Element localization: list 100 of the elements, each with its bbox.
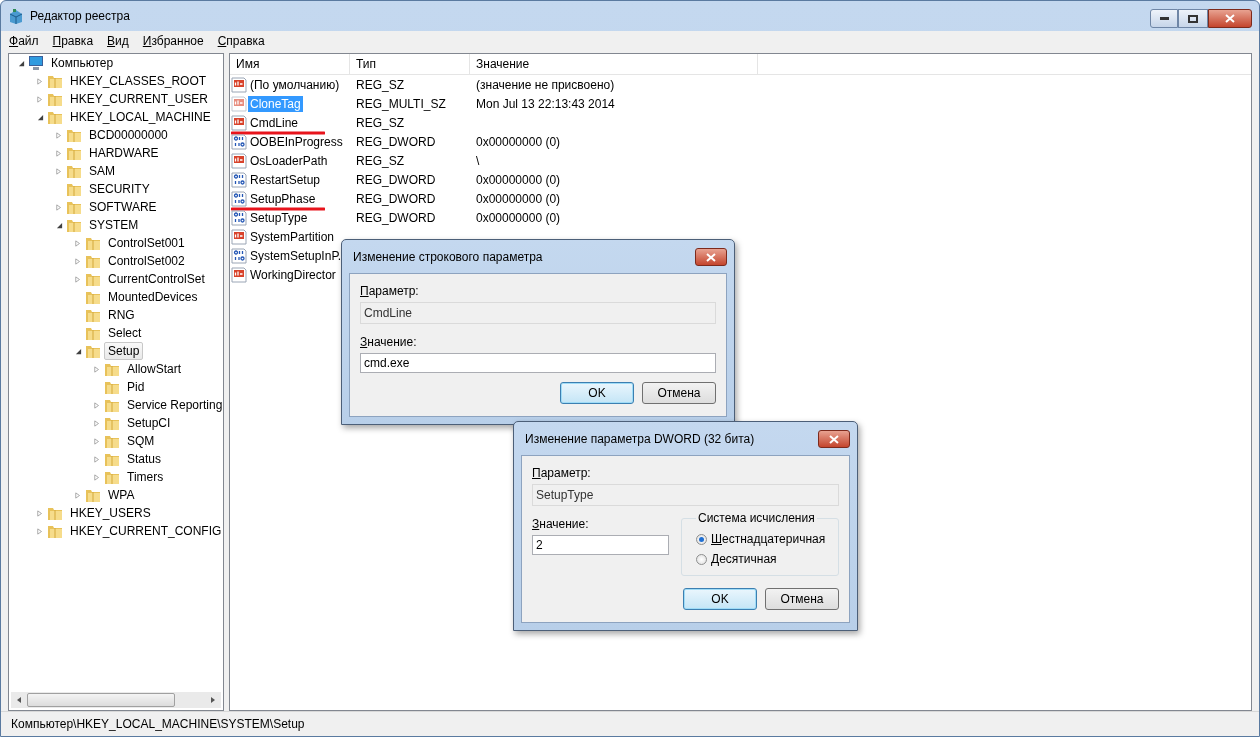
- menu-item[interactable]: Вид: [107, 34, 129, 48]
- tree-item[interactable]: SetupCI: [123, 414, 175, 432]
- table-cell-text: 0x00000000 (0): [475, 134, 562, 149]
- collapsed-arrow-icon[interactable]: [94, 436, 100, 446]
- value-field[interactable]: 2: [532, 535, 669, 555]
- value-name[interactable]: SetupType: [248, 209, 310, 226]
- scroll-right-icon[interactable]: [209, 696, 217, 704]
- value-name[interactable]: SetupPhase: [248, 190, 318, 207]
- value-name[interactable]: OsLoaderPath: [248, 152, 330, 169]
- collapsed-arrow-icon[interactable]: [56, 202, 62, 212]
- collapsed-arrow-icon[interactable]: [94, 472, 100, 482]
- ok-button[interactable]: OK: [683, 588, 757, 610]
- tree-item[interactable]: HKEY_CURRENT_CONFIG: [66, 522, 226, 540]
- collapsed-arrow-icon[interactable]: [37, 76, 43, 86]
- table-cell-text: REG_SZ: [355, 115, 405, 130]
- app-icon: [8, 8, 24, 24]
- tree-item[interactable]: Setup: [104, 342, 144, 360]
- tree-item[interactable]: RNG: [104, 306, 139, 324]
- column-header[interactable]: Значение: [470, 54, 758, 74]
- tree-item[interactable]: Select: [104, 324, 146, 342]
- collapsed-arrow-icon[interactable]: [75, 238, 81, 248]
- expanded-arrow-icon[interactable]: [55, 221, 63, 229]
- tree-item[interactable]: SAM: [85, 162, 119, 180]
- menu-item[interactable]: Файл: [9, 34, 39, 48]
- tree-item[interactable]: SOFTWARE: [85, 198, 161, 216]
- tree-item[interactable]: MountedDevices: [104, 288, 202, 306]
- tree-item[interactable]: SECURITY: [85, 180, 154, 198]
- tree-item[interactable]: CurrentControlSet: [104, 270, 209, 288]
- scroll-left-icon[interactable]: [15, 696, 23, 704]
- collapsed-arrow-icon[interactable]: [75, 274, 81, 284]
- folder-icon: [85, 487, 101, 503]
- tree-item[interactable]: ControlSet001: [104, 234, 189, 252]
- folder-icon: [47, 523, 63, 539]
- expanded-arrow-icon[interactable]: [17, 59, 25, 67]
- cancel-button[interactable]: Отмена: [642, 382, 716, 404]
- table-cell-text: REG_DWORD: [355, 134, 437, 149]
- collapsed-arrow-icon[interactable]: [94, 418, 100, 428]
- tree-item[interactable]: HARDWARE: [85, 144, 163, 162]
- tree-item[interactable]: Status: [123, 450, 166, 468]
- close-icon: [706, 252, 716, 262]
- expanded-arrow-icon[interactable]: [74, 347, 82, 355]
- tree-item[interactable]: Pid: [123, 378, 149, 396]
- field-label: Параметр:: [532, 466, 592, 480]
- horizontal-scrollbar[interactable]: [11, 692, 221, 708]
- tree-item[interactable]: SYSTEM: [85, 216, 143, 234]
- tree-item[interactable]: AllowStart: [123, 360, 186, 378]
- field-label: Параметр:: [360, 284, 420, 298]
- cancel-button[interactable]: Отмена: [765, 588, 839, 610]
- tree-item[interactable]: HKEY_CLASSES_ROOT: [66, 72, 211, 90]
- radio-label[interactable]: Десятичная: [711, 552, 777, 566]
- menu-item[interactable]: Избранное: [142, 34, 204, 48]
- close-button[interactable]: [1208, 9, 1252, 28]
- tree-item[interactable]: BCD00000000: [85, 126, 172, 144]
- table-cell-text: 0x00000000 (0): [475, 172, 562, 187]
- collapsed-arrow-icon[interactable]: [56, 130, 62, 140]
- maximize-button[interactable]: [1178, 9, 1208, 28]
- value-name[interactable]: RestartSetup: [248, 171, 323, 188]
- tree-item[interactable]: Компьютер: [47, 54, 118, 72]
- expanded-arrow-icon[interactable]: [36, 113, 44, 121]
- collapsed-arrow-icon[interactable]: [37, 94, 43, 104]
- collapsed-arrow-icon[interactable]: [37, 526, 43, 536]
- value-name[interactable]: SystemPartition: [248, 228, 337, 245]
- close-button[interactable]: [818, 430, 850, 448]
- value-name[interactable]: (По умолчанию): [248, 76, 342, 93]
- table-cell-text: 0x00000000 (0): [475, 210, 562, 225]
- minimize-button[interactable]: [1150, 9, 1178, 28]
- column-header[interactable]: Имя: [230, 54, 350, 74]
- tree-item[interactable]: SQM: [123, 432, 159, 450]
- folder-icon: [66, 145, 82, 161]
- radio-button[interactable]: [696, 553, 707, 565]
- value-name[interactable]: CmdLine: [248, 114, 301, 131]
- collapsed-arrow-icon[interactable]: [94, 454, 100, 464]
- collapsed-arrow-icon[interactable]: [56, 148, 62, 158]
- tree-item[interactable]: HKEY_LOCAL_MACHINE: [66, 108, 215, 126]
- tree-item[interactable]: HKEY_USERS: [66, 504, 155, 522]
- radio-label[interactable]: Шестнадцатеричная: [711, 532, 826, 546]
- value-name[interactable]: SystemSetupInP.: [248, 247, 344, 264]
- collapsed-arrow-icon[interactable]: [75, 256, 81, 266]
- table-cell-text: REG_SZ: [355, 153, 405, 168]
- folder-icon: [66, 217, 82, 233]
- dialog-title: Изменение строкового параметра: [353, 249, 543, 264]
- value-name[interactable]: OOBEInProgress: [248, 133, 345, 150]
- tree-item[interactable]: ControlSet002: [104, 252, 189, 270]
- tree-item[interactable]: Timers: [123, 468, 168, 486]
- value-name[interactable]: WorkingDirector: [248, 266, 338, 283]
- collapsed-arrow-icon[interactable]: [37, 508, 43, 518]
- value-field[interactable]: cmd.exe: [360, 353, 716, 373]
- ok-button[interactable]: OK: [560, 382, 634, 404]
- tree-item[interactable]: WPA: [104, 486, 139, 504]
- tree-item[interactable]: HKEY_CURRENT_USER: [66, 90, 213, 108]
- collapsed-arrow-icon[interactable]: [94, 364, 100, 374]
- collapsed-arrow-icon[interactable]: [56, 166, 62, 176]
- menu-item[interactable]: Правка: [52, 34, 94, 48]
- menu-item[interactable]: Справка: [217, 34, 265, 48]
- collapsed-arrow-icon[interactable]: [94, 400, 100, 410]
- tree-item[interactable]: Service Reporting: [123, 396, 227, 414]
- collapsed-arrow-icon[interactable]: [75, 490, 81, 500]
- close-button[interactable]: [695, 248, 727, 266]
- radio-button[interactable]: [696, 533, 707, 545]
- column-header[interactable]: Тип: [350, 54, 470, 74]
